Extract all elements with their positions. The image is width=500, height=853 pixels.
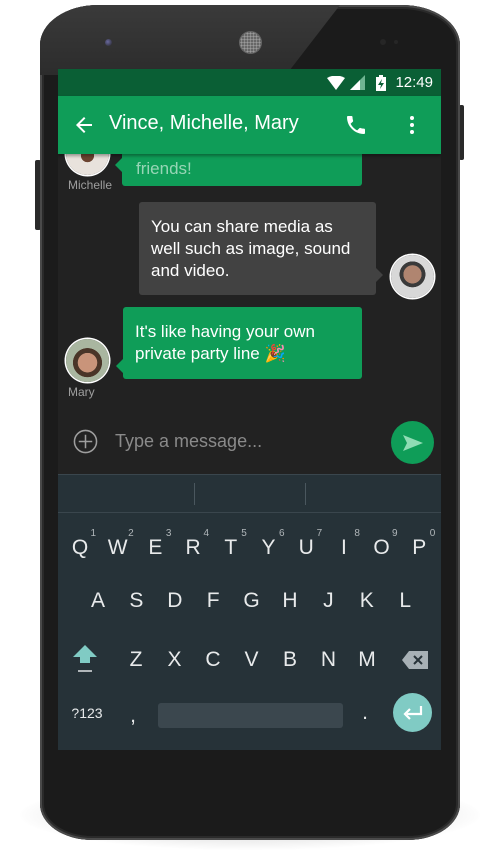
keyboard-row-1: Q1W2E3R4T5Y6U7I8O9P0 xyxy=(58,523,441,573)
key-hint: 5 xyxy=(241,528,247,539)
cell-signal-icon xyxy=(350,75,366,90)
key-f[interactable]: F xyxy=(195,576,231,626)
key-t[interactable]: T5 xyxy=(213,523,249,573)
key-x[interactable]: X xyxy=(157,635,193,685)
keyboard-row-2: ASDFGHJKL xyxy=(58,576,441,626)
bubble-tail xyxy=(116,359,123,373)
soft-keyboard: Q1W2E3R4T5Y6U7I8O9P0 ASDFGHJKL ZXCVBNM ?… xyxy=(58,474,441,750)
key-label: P xyxy=(412,536,427,559)
phone-icon[interactable] xyxy=(344,113,368,137)
key-label: Q xyxy=(71,536,89,559)
avatar-vince[interactable] xyxy=(391,255,434,298)
shift-key[interactable] xyxy=(66,635,104,685)
suggestion-divider xyxy=(194,483,195,505)
send-icon xyxy=(402,434,423,451)
key-z[interactable]: Z xyxy=(118,635,154,685)
key-label: E xyxy=(148,536,163,559)
message-composer xyxy=(58,409,441,471)
more-vert-icon[interactable] xyxy=(400,113,424,137)
app-toolbar: Vince, Michelle, Mary xyxy=(58,96,441,154)
key-r[interactable]: R4 xyxy=(175,523,211,573)
key-o[interactable]: O9 xyxy=(364,523,400,573)
key-hint: 8 xyxy=(354,528,360,539)
key-s[interactable]: S xyxy=(118,576,154,626)
arrow-back-icon[interactable] xyxy=(72,113,96,137)
wifi-icon xyxy=(327,75,346,90)
key-b[interactable]: B xyxy=(272,635,308,685)
symbols-key[interactable]: ?123 xyxy=(62,688,112,738)
key-hint: 1 xyxy=(90,528,96,539)
key-p[interactable]: P0 xyxy=(401,523,437,573)
suggestion-strip[interactable] xyxy=(58,475,441,513)
message-bubble-incoming[interactable]: It's like having your own private party … xyxy=(123,307,362,379)
key-m[interactable]: M xyxy=(349,635,385,685)
key-v[interactable]: V xyxy=(234,635,270,685)
space-key[interactable] xyxy=(158,703,343,728)
keyboard-row-4: ?123 , . xyxy=(58,688,441,738)
phone-gloss xyxy=(40,5,340,75)
add-circle-icon[interactable] xyxy=(73,429,98,454)
key-hint: 4 xyxy=(203,528,210,539)
key-hint: 3 xyxy=(165,528,172,539)
avatar-mary[interactable] xyxy=(66,339,109,382)
key-label: R xyxy=(185,536,201,559)
key-c[interactable]: C xyxy=(195,635,231,685)
key-y[interactable]: Y6 xyxy=(251,523,287,573)
message-bubble-outgoing[interactable]: You can share media as well such as imag… xyxy=(139,202,376,295)
enter-key[interactable] xyxy=(393,693,432,732)
key-label: O xyxy=(373,536,390,559)
proximity-sensor xyxy=(380,39,386,45)
bubble-tail xyxy=(376,268,383,282)
key-label: U xyxy=(298,536,314,559)
status-bar: 12:49 xyxy=(58,69,441,96)
key-label: W xyxy=(107,536,128,559)
message-input[interactable] xyxy=(115,427,375,455)
key-label: T xyxy=(224,536,238,559)
key-hint: 9 xyxy=(392,528,398,539)
key-hint: 7 xyxy=(316,528,323,539)
backspace-key[interactable] xyxy=(395,635,435,685)
enter-icon xyxy=(402,705,422,720)
light-sensor xyxy=(394,40,398,44)
screen: 12:49 Vince, Michelle, Mary friends! Mic… xyxy=(58,69,441,750)
key-w[interactable]: W2 xyxy=(100,523,136,573)
battery-charging-icon xyxy=(376,74,387,91)
bubble-tail xyxy=(115,158,122,172)
key-d[interactable]: D xyxy=(157,576,193,626)
key-g[interactable]: G xyxy=(234,576,270,626)
key-j[interactable]: J xyxy=(310,576,346,626)
key-q[interactable]: Q1 xyxy=(62,523,98,573)
key-i[interactable]: I8 xyxy=(326,523,362,573)
backspace-icon xyxy=(402,651,428,669)
key-l[interactable]: L xyxy=(387,576,423,626)
front-camera xyxy=(105,39,112,46)
key-u[interactable]: U7 xyxy=(288,523,324,573)
key-e[interactable]: E3 xyxy=(137,523,173,573)
comma-key[interactable]: , xyxy=(118,691,148,741)
key-n[interactable]: N xyxy=(311,635,347,685)
period-key[interactable]: . xyxy=(350,688,380,738)
key-a[interactable]: A xyxy=(80,576,116,626)
shift-icon xyxy=(73,645,97,672)
key-label: I xyxy=(340,536,347,559)
key-hint: 0 xyxy=(429,528,436,539)
suggestion-divider xyxy=(305,483,306,505)
key-hint: 6 xyxy=(278,528,285,539)
clock: 12:49 xyxy=(395,74,433,91)
earpiece-speaker xyxy=(240,32,261,53)
key-hint: 2 xyxy=(128,528,134,539)
key-label: Y xyxy=(261,536,276,559)
keyboard-row-3: ZXCVBNM xyxy=(58,635,441,685)
sender-name: Mary xyxy=(68,385,95,399)
conversation-title: Vince, Michelle, Mary xyxy=(109,112,299,134)
sender-name: Michelle xyxy=(68,178,113,192)
key-k[interactable]: K xyxy=(349,576,385,626)
send-button[interactable] xyxy=(391,421,434,464)
key-h[interactable]: H xyxy=(272,576,308,626)
